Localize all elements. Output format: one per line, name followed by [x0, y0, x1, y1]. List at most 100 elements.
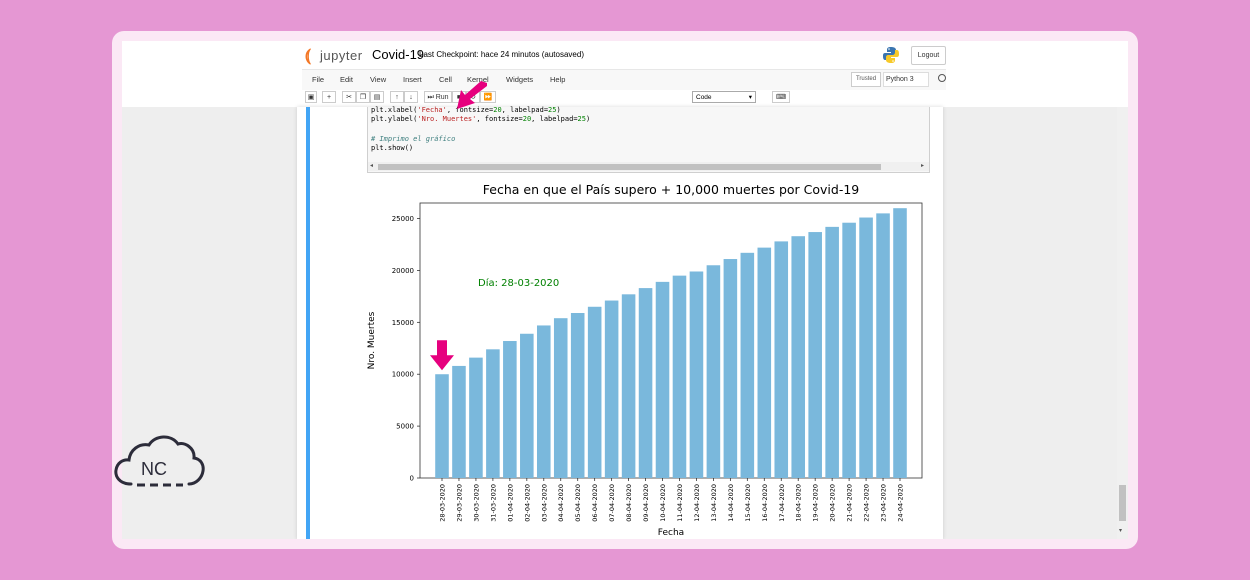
- page-vertical-scrollbar[interactable]: ▾: [1117, 107, 1128, 539]
- x-tick-label: 12-04-2020: [693, 484, 701, 522]
- cell-type-select[interactable]: Code ▾: [692, 91, 756, 103]
- bar: [893, 208, 907, 478]
- bar: [774, 241, 789, 478]
- notebook-body: plt.xlabel('Fecha', fontsize=20, labelpa…: [122, 106, 1128, 539]
- menu-view[interactable]: View: [370, 70, 386, 90]
- menu-bar: File Edit View Insert Cell Kernel Widget…: [302, 69, 946, 91]
- checkpoint-status: Last Checkpoint: hace 24 minutos (autosa…: [419, 50, 584, 59]
- menu-insert[interactable]: Insert: [403, 70, 422, 90]
- menu-cell[interactable]: Cell: [439, 70, 452, 90]
- save-icon: ▣: [307, 94, 315, 101]
- x-tick-label: 17-04-2020: [778, 484, 786, 522]
- menu-file[interactable]: File: [312, 70, 324, 90]
- scissors-icon: ✂: [346, 94, 352, 101]
- bar: [740, 252, 755, 478]
- bar: [672, 275, 687, 478]
- x-tick-label: 23-04-2020: [880, 484, 888, 522]
- bar: [570, 313, 585, 478]
- x-tick-label: 13-04-2020: [710, 484, 718, 522]
- x-tick-label: 09-04-2020: [642, 484, 650, 522]
- y-tick-label: 5000: [396, 423, 414, 431]
- y-tick-label: 25000: [392, 215, 414, 223]
- copy-icon: ❐: [359, 94, 367, 101]
- x-tick-label: 30-03-2020: [472, 484, 480, 522]
- bar-chart: Fecha en que el País supero + 10,000 mue…: [367, 182, 923, 538]
- jupyter-icon: ⦅: [305, 45, 311, 65]
- bar: [757, 247, 772, 478]
- paste-button[interactable]: ▤: [370, 91, 384, 103]
- y-tick-label: 0: [410, 475, 414, 483]
- bar: [435, 374, 449, 478]
- insert-cell-button[interactable]: +: [322, 91, 336, 103]
- trusted-indicator[interactable]: Trusted: [851, 72, 881, 87]
- bar: [825, 226, 839, 478]
- jupyter-wordmark: jupyter: [320, 48, 363, 63]
- x-tick-label: 03-04-2020: [540, 484, 548, 522]
- bar: [842, 222, 856, 478]
- pink-down-arrow-icon: [430, 340, 454, 371]
- y-tick-label: 20000: [392, 267, 414, 275]
- notebook-toolbar: ▣ + ✂ ❐ ▤ ↑ ↓ ⏭ Run ■ ↻ ⏩ Code ▾ ⌨: [302, 90, 946, 106]
- run-button[interactable]: ⏭ Run: [424, 91, 452, 103]
- arrow-down-icon: ↓: [409, 94, 413, 101]
- bar: [859, 217, 873, 478]
- browser-viewport: ⦅ jupyter Covid-19 Last Checkpoint: hace…: [122, 41, 1128, 539]
- arrow-up-icon: ↑: [395, 94, 399, 101]
- menu-edit[interactable]: Edit: [340, 70, 353, 90]
- command-palette-button[interactable]: ⌨: [772, 91, 790, 103]
- keyboard-icon: ⌨: [775, 94, 787, 101]
- x-tick-label: 11-04-2020: [676, 484, 684, 522]
- move-down-button[interactable]: ↓: [404, 91, 418, 103]
- y-tick-label: 10000: [392, 371, 414, 379]
- svg-text:NC: NC: [141, 459, 167, 479]
- bar: [536, 325, 551, 478]
- x-tick-label: 28-03-2020: [439, 484, 447, 522]
- bar: [723, 259, 738, 478]
- x-tick-label: 24-04-2020: [897, 484, 905, 522]
- x-tick-label: 19-04-2020: [812, 484, 820, 522]
- bar: [604, 300, 619, 478]
- paste-icon: ▤: [373, 94, 381, 101]
- bar: [655, 281, 670, 478]
- x-tick-label: 15-04-2020: [744, 484, 752, 522]
- bar: [452, 365, 466, 478]
- python-icon: [883, 47, 899, 63]
- chart-annotation: Día: 28-03-2020: [478, 277, 559, 289]
- bar: [587, 306, 602, 478]
- notebook-name[interactable]: Covid-19: [372, 47, 424, 62]
- cell-type-value: Code: [696, 94, 712, 101]
- kernel-status-icon: [938, 74, 946, 82]
- bar: [469, 357, 483, 478]
- x-tick-label: 14-04-2020: [727, 484, 735, 522]
- x-tick-label: 06-04-2020: [591, 484, 599, 522]
- save-button[interactable]: ▣: [305, 91, 317, 103]
- move-up-button[interactable]: ↑: [390, 91, 404, 103]
- x-tick-label: 08-04-2020: [625, 484, 633, 522]
- bar: [553, 318, 568, 478]
- x-tick-label: 04-04-2020: [557, 484, 565, 522]
- bar: [486, 349, 500, 478]
- bar: [791, 236, 806, 478]
- bar: [876, 213, 890, 478]
- copy-button[interactable]: ❐: [356, 91, 370, 103]
- x-tick-label: 10-04-2020: [659, 484, 667, 522]
- x-tick-label: 22-04-2020: [863, 484, 871, 522]
- plus-icon: +: [326, 94, 332, 101]
- menu-widgets[interactable]: Widgets: [506, 70, 533, 90]
- cut-button[interactable]: ✂: [342, 91, 356, 103]
- x-tick-label: 18-04-2020: [795, 484, 803, 522]
- menu-help[interactable]: Help: [550, 70, 565, 90]
- bar: [808, 232, 822, 478]
- jupyter-logo[interactable]: ⦅ jupyter: [305, 45, 375, 65]
- bar: [520, 333, 534, 478]
- step-forward-icon: ⏭: [427, 94, 434, 101]
- page-scroll-thumb[interactable]: [1119, 485, 1126, 521]
- nc-cloud-logo-icon: NC: [114, 435, 205, 487]
- bar: [503, 341, 517, 478]
- logout-button[interactable]: Logout: [911, 46, 946, 65]
- x-tick-label: 07-04-2020: [608, 484, 616, 522]
- bar: [638, 288, 653, 478]
- x-tick-label: 21-04-2020: [846, 484, 854, 522]
- y-axis-label: Nro. Muertes: [367, 311, 377, 369]
- kernel-name: Python 3: [883, 72, 929, 87]
